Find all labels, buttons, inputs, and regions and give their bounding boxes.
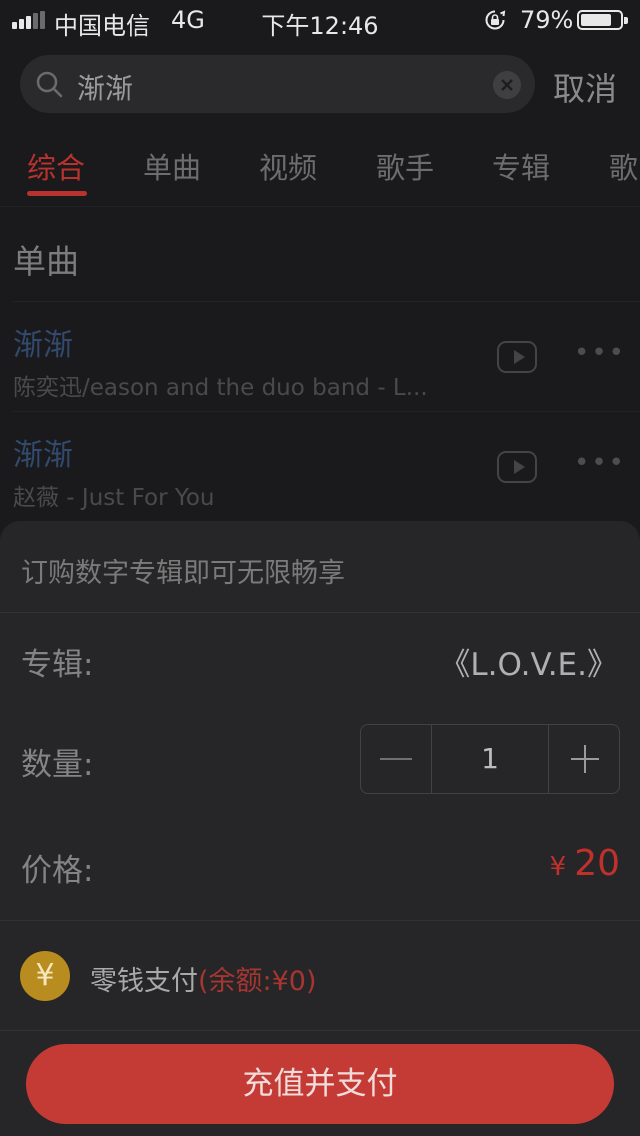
payment-method-label: 零钱支付 [90,966,198,997]
cancel-button[interactable]: 取消 [553,64,617,110]
album-label: 专辑: [21,647,94,683]
price-amount: 20 [574,843,620,884]
battery-fill [581,14,611,26]
status-bar: 中国电信 4G 下午12:46 79% [0,0,640,40]
purchase-sheet: 订购数字专辑即可无限畅享 专辑: 《L.O.V.E.》 数量: 1 价格: ¥2… [0,521,640,1136]
divider [0,1030,640,1031]
song-title[interactable]: 渐渐 [13,430,73,474]
clear-icon[interactable] [493,71,521,99]
search-input[interactable]: 渐渐 [77,67,133,107]
album-name: 《L.O.V.E.》 [439,647,618,683]
payment-method[interactable]: 零钱支付(余额:¥0) [90,959,317,998]
song-subtitle: 赵薇 - Just For You [13,485,215,511]
tab-songs[interactable]: 单曲 [143,145,201,187]
battery-icon [577,10,628,30]
play-video-icon[interactable] [497,341,537,373]
active-tab-indicator [27,191,87,196]
section-title-songs: 单曲 [13,242,79,281]
tab-videos[interactable]: 视频 [259,145,317,187]
recharge-and-pay-button[interactable]: 充值并支付 [26,1044,614,1124]
price-value: ¥20 [550,843,620,884]
search-tabs: 综合 单曲 视频 歌手 专辑 歌 [0,140,640,206]
quantity-stepper: 1 [360,724,620,794]
song-title[interactable]: 渐渐 [13,320,73,364]
sheet-title: 订购数字专辑即可无限畅享 [21,558,345,589]
divider [0,920,640,921]
orientation-lock-icon [485,10,506,30]
divider [13,411,640,412]
quantity-value: 1 [432,725,549,793]
tab-playlists[interactable]: 歌 [609,145,638,187]
tab-albums[interactable]: 专辑 [492,145,550,187]
more-icon[interactable]: ••• [574,338,626,368]
more-icon[interactable]: ••• [574,448,626,478]
increase-button[interactable] [549,725,619,793]
search-bar[interactable]: 渐渐 [20,55,535,113]
battery-percent: 79% [520,6,574,34]
price-label: 价格: [21,853,94,889]
search-icon [36,71,63,98]
song-subtitle: 陈奕迅/eason and the duo band - L... [13,375,428,401]
wallet-coin-icon: ¥ [20,951,70,1001]
divider [0,612,640,613]
wallet-balance: (余额:¥0) [198,966,317,997]
price-currency: ¥ [549,852,567,882]
play-video-icon[interactable] [497,451,537,483]
tab-artists[interactable]: 歌手 [376,145,434,187]
tab-all[interactable]: 综合 [27,145,85,187]
quantity-label: 数量: [21,747,94,783]
divider [0,206,640,207]
divider [13,301,640,302]
decrease-button[interactable] [361,725,432,793]
